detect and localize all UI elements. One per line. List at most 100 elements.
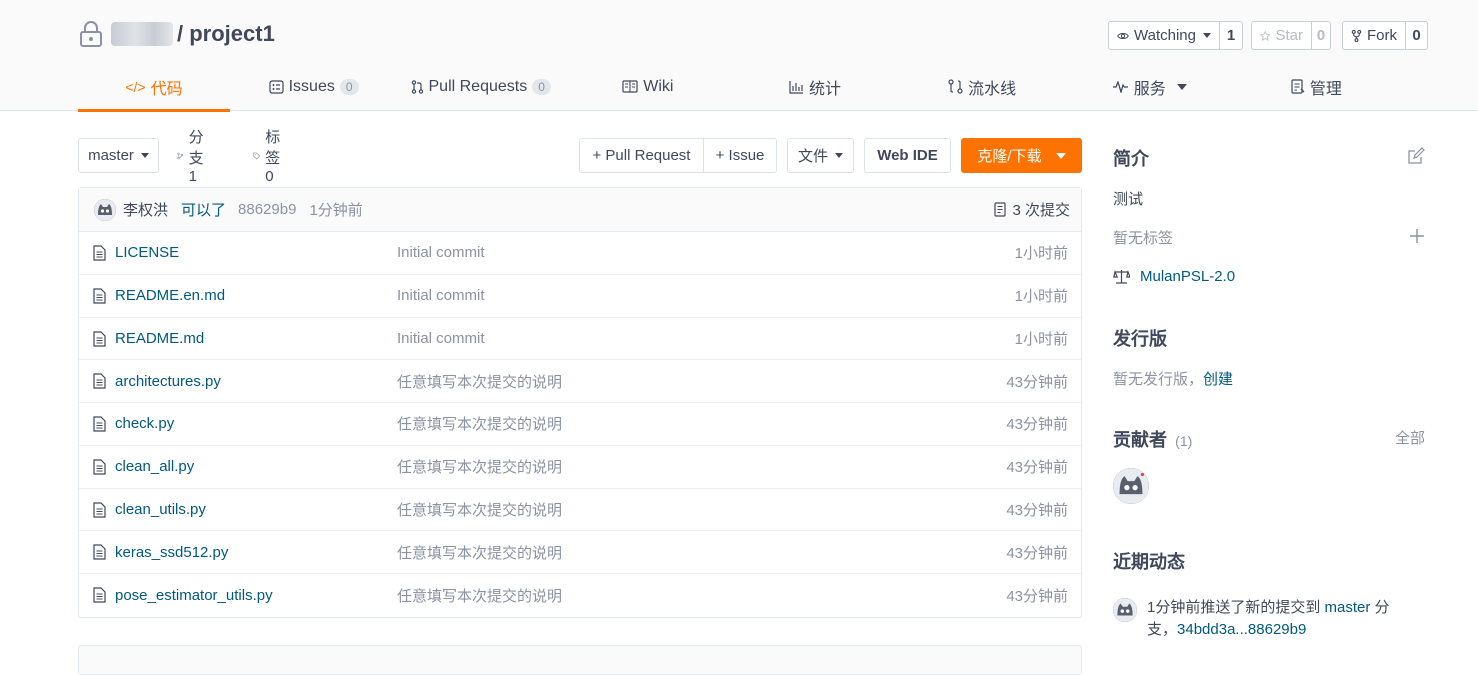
add-tag-icon[interactable] — [1409, 228, 1425, 248]
repo-tabs: </> 代码 Issues 0 Pull Requests 0 Wiki 统计 … — [78, 62, 1400, 112]
scale-icon — [1113, 270, 1130, 284]
branches-link[interactable]: 分支 1 — [177, 129, 210, 185]
readme-box — [78, 645, 1082, 675]
activity-branch-link[interactable]: master — [1325, 599, 1371, 616]
watch-label: Watching — [1134, 27, 1196, 44]
file-name-link[interactable]: README.en.md — [115, 287, 225, 304]
contributors-title: 贡献者 — [1113, 430, 1167, 450]
activity-line2-prefix: 支， — [1147, 621, 1178, 638]
chevron-down-icon — [1055, 152, 1066, 159]
file-commit-message[interactable]: 任意填写本次提交的说明 — [397, 585, 562, 606]
star-icon — [1260, 30, 1271, 41]
tab-code[interactable]: </> 代码 — [78, 62, 230, 112]
file-menu-button[interactable]: 文件 — [787, 138, 854, 173]
file-commit-time: 43分钟前 — [1006, 501, 1068, 519]
tab-service[interactable]: 服务 — [1066, 62, 1233, 111]
avatar[interactable] — [1113, 598, 1137, 622]
file-commit-message[interactable]: 任意填写本次提交的说明 — [397, 499, 562, 520]
file-icon — [93, 330, 106, 351]
file-table: 李权洪 可以了 88629b9 1分钟前 3 次提交 LICENSE Initia… — [78, 187, 1082, 618]
latest-commit-bar: 李权洪 可以了 88629b9 1分钟前 3 次提交 — [79, 188, 1081, 232]
watch-count[interactable]: 1 — [1220, 22, 1242, 49]
file-name-link[interactable]: keras_ssd512.py — [115, 544, 228, 561]
file-name-link[interactable]: check.py — [115, 415, 174, 432]
create-release-link[interactable]: 创建 — [1203, 371, 1233, 388]
pipeline-icon — [948, 79, 963, 94]
release-section: 发行版 — [1113, 325, 1425, 351]
star-button[interactable]: Star 0 — [1251, 21, 1331, 50]
file-commit-message[interactable]: Initial commit — [397, 244, 485, 261]
tab-stats[interactable]: 统计 — [731, 62, 898, 111]
file-commit-message[interactable]: Initial commit — [397, 330, 485, 347]
tab-wiki[interactable]: Wiki — [564, 62, 731, 111]
file-name-link[interactable]: clean_utils.py — [115, 501, 206, 518]
commit-sha[interactable]: 88629b9 — [238, 201, 296, 218]
new-pull-request-button[interactable]: + Pull Request — [579, 138, 704, 173]
edit-icon[interactable] — [1407, 147, 1425, 169]
file-icon — [93, 459, 106, 479]
tab-issues[interactable]: Issues 0 — [230, 62, 397, 111]
tab-manage[interactable]: 管理 — [1233, 62, 1400, 111]
chevron-down-icon — [1203, 33, 1211, 38]
chevron-down-icon — [835, 153, 843, 158]
chevron-down-icon — [1176, 83, 1187, 90]
tab-pipeline[interactable]: 流水线 — [899, 62, 1066, 111]
new-issue-button[interactable]: + Issue — [703, 138, 777, 173]
file-icon — [93, 373, 106, 393]
all-contributors-link[interactable]: 全部 — [1395, 427, 1425, 448]
file-name-link[interactable]: README.md — [115, 330, 204, 347]
fork-button[interactable]: Fork 0 — [1342, 21, 1428, 50]
file-name-link[interactable]: architectures.py — [115, 373, 221, 390]
release-title: 发行版 — [1113, 329, 1167, 349]
file-commit-message[interactable]: 任意填写本次提交的说明 — [397, 371, 562, 392]
license-link[interactable]: MulanPSL-2.0 — [1113, 268, 1425, 285]
file-name-link[interactable]: clean_all.py — [115, 458, 194, 475]
file-commit-time: 1小时前 — [1014, 245, 1068, 263]
clone-download-button[interactable]: 克隆/下载 — [961, 138, 1082, 173]
file-commit-message[interactable]: 任意填写本次提交的说明 — [397, 542, 562, 563]
no-tags-text: 暂无标签 — [1113, 230, 1174, 247]
code-icon: </> — [125, 78, 146, 95]
file-icon — [93, 587, 106, 607]
file-commit-message[interactable]: 任意填写本次提交的说明 — [397, 413, 562, 434]
file-icon — [93, 544, 106, 564]
activity-commit-range-link[interactable]: 34bdd3a...88629b9 — [1177, 621, 1306, 638]
file-icon — [93, 288, 106, 308]
chevron-down-icon — [140, 153, 149, 158]
contributors-count: (1) — [1175, 433, 1193, 449]
activity-item: 1分钟前推送了新的提交到 master 分 支，34bdd3a...88629b… — [1113, 597, 1425, 641]
file-commit-time: 1小时前 — [1014, 330, 1068, 348]
repo-owner-blurred[interactable] — [111, 22, 173, 46]
watch-button[interactable]: Watching 1 — [1108, 21, 1243, 50]
file-list: LICENSE Initial commit 1小时前 README.en.md Ini… — [79, 232, 1081, 617]
file-commit-message[interactable]: Initial commit — [397, 287, 485, 304]
file-commit-message[interactable]: 任意填写本次提交的说明 — [397, 456, 562, 477]
tags-section: 暂无标签 — [1113, 227, 1425, 249]
star-count[interactable]: 0 — [1312, 22, 1330, 49]
license-name[interactable]: MulanPSL-2.0 — [1140, 268, 1235, 285]
file-commit-time: 1小时前 — [1014, 288, 1068, 306]
activity-title: 近期动态 — [1113, 552, 1185, 572]
file-name-link[interactable]: pose_estimator_utils.py — [115, 587, 273, 604]
table-row: check.py 任意填写本次提交的说明 43分钟前 — [79, 403, 1081, 446]
web-ide-button[interactable]: Web IDE — [864, 138, 951, 173]
commit-count-link[interactable]: 3 次提交 — [994, 199, 1070, 220]
avatar[interactable] — [1113, 468, 1149, 504]
commit-message[interactable]: 可以了 — [181, 199, 226, 220]
avatar[interactable] — [94, 198, 116, 221]
branch-select[interactable]: master — [78, 138, 159, 173]
file-icon — [93, 245, 106, 265]
file-name-link[interactable]: LICENSE — [115, 244, 179, 261]
tab-pull-requests[interactable]: Pull Requests 0 — [397, 62, 564, 111]
fork-label: Fork — [1367, 27, 1397, 44]
table-row: pose_estimator_utils.py 任意填写本次提交的说明 43分钟前 — [79, 574, 1081, 617]
repo-name[interactable]: / project1 — [177, 21, 275, 47]
fork-count[interactable]: 0 — [1406, 22, 1427, 49]
tags-link[interactable]: 标签 0 — [253, 129, 287, 185]
file-commit-time: 43分钟前 — [1006, 373, 1068, 391]
branches-label: 分支 1 — [188, 129, 204, 185]
commit-author[interactable]: 李权洪 — [123, 199, 168, 220]
intro-title: 简介 — [1113, 149, 1149, 169]
lock-icon — [79, 20, 103, 48]
file-icon — [93, 416, 106, 436]
